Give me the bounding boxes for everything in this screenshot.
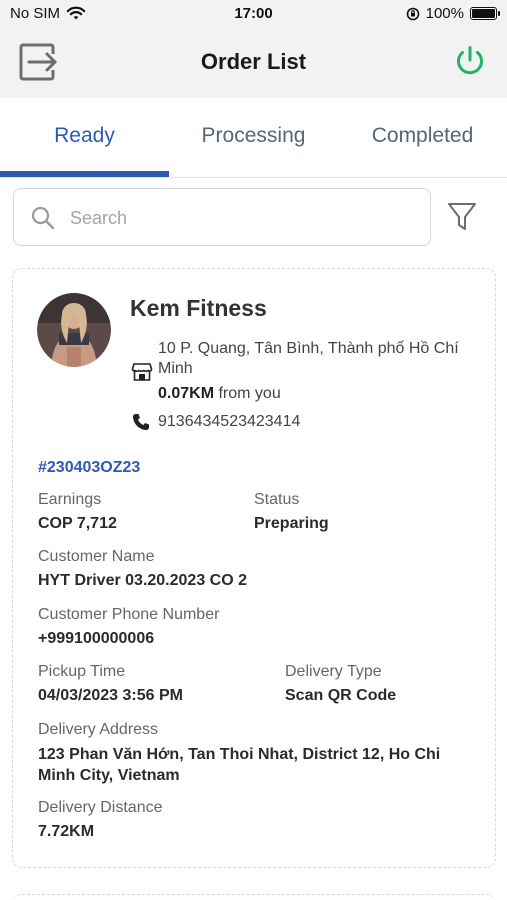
status-right: 100%	[406, 5, 500, 22]
next-order-card[interactable]	[12, 894, 496, 900]
earnings-value: COP 7,712	[38, 515, 117, 532]
earnings-label: Earnings	[38, 491, 102, 508]
order-id[interactable]: #230403OZ23	[38, 459, 140, 477]
customer-name-label: Customer Name	[38, 548, 155, 565]
search-input[interactable]	[70, 204, 410, 232]
distance-suffix: from you	[218, 385, 281, 402]
status-label: Status	[254, 491, 300, 508]
delivery-address-value: 123 Phan Văn Hớn, Tan Thoi Nhat, Distric…	[38, 746, 441, 784]
shop-distance: 0.07KM from you	[158, 385, 281, 403]
battery-percent: 100%	[425, 5, 464, 22]
delivery-distance-value: 7.72KM	[38, 823, 95, 840]
status-bar: No SIM 17:00 100%	[0, 0, 507, 28]
tab-processing[interactable]: Processing	[169, 98, 338, 178]
customer-phone-value[interactable]: +999100000006	[38, 630, 154, 648]
order-card[interactable]: Kem Fitness 10 P. Quang, Tân Bình, Thành…	[12, 268, 496, 868]
status-value: Preparing	[254, 515, 329, 532]
customer-name-value: HYT Driver 03.20.2023 CO 2	[38, 572, 248, 589]
pickup-time-value: 04/03/2023 3:56 PM	[38, 687, 183, 704]
store-icon	[131, 363, 153, 381]
delivery-distance-label: Delivery Distance	[38, 799, 163, 816]
battery-icon	[470, 7, 500, 20]
shop-name: Kem Fitness	[130, 295, 267, 321]
page-title: Order List	[200, 49, 307, 74]
tab-processing-label: Processing	[201, 124, 306, 147]
header: Order List	[0, 28, 507, 98]
tab-completed[interactable]: Completed	[338, 98, 507, 178]
delivery-address-label: Delivery Address	[38, 721, 159, 738]
customer-phone-label: Customer Phone Number	[38, 606, 220, 623]
avatar	[37, 293, 111, 367]
tab-ready[interactable]: Ready	[0, 98, 169, 178]
power-icon[interactable]	[453, 44, 487, 78]
search-box[interactable]	[13, 188, 431, 246]
tab-completed-label: Completed	[371, 124, 474, 147]
shop-address: 10 P. Quang, Tân Bình, Thành phố Hồ Chí …	[158, 340, 459, 377]
tab-ready-label: Ready	[54, 124, 115, 147]
delivery-type-label: Delivery Type	[285, 663, 382, 680]
filter-icon[interactable]	[446, 200, 478, 234]
orientation-lock-icon	[406, 7, 419, 20]
tab-bar: Ready Processing Completed	[0, 98, 507, 178]
shop-phone[interactable]: 9136434523423414	[158, 413, 300, 431]
delivery-type-value: Scan QR Code	[285, 687, 397, 704]
search-icon	[31, 206, 55, 230]
distance-value: 0.07KM	[158, 385, 215, 402]
active-tab-indicator	[0, 171, 169, 177]
pickup-time-label: Pickup Time	[38, 663, 126, 680]
phone-icon	[133, 414, 149, 430]
